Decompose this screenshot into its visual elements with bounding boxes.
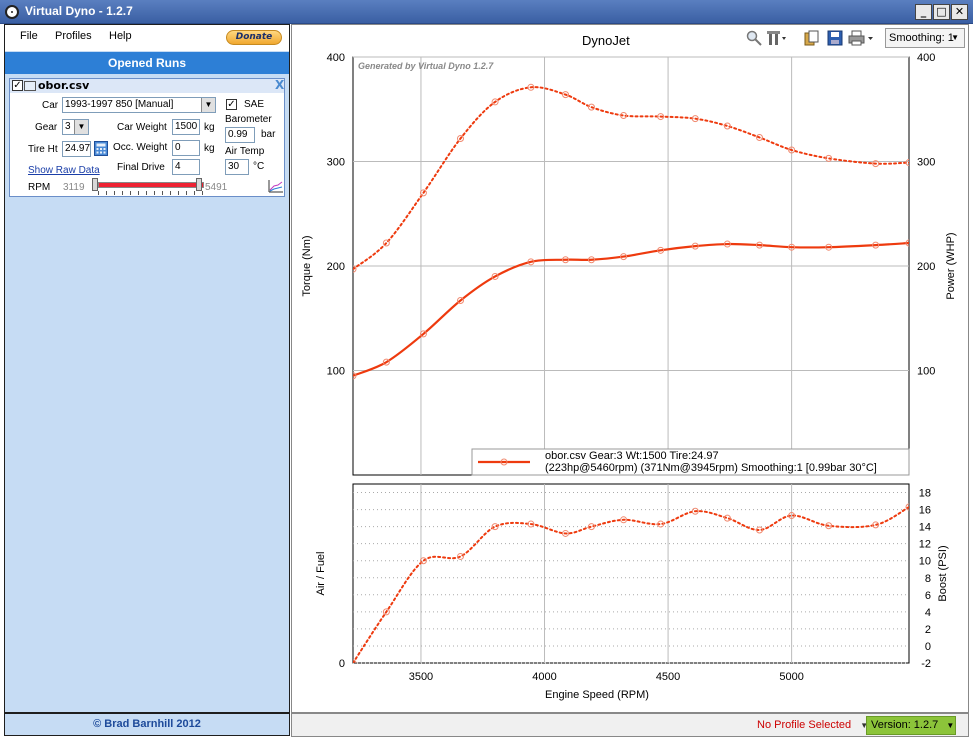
chevron-down-icon: ▼ — [74, 120, 88, 134]
y-tick-label-left: 400 — [327, 52, 345, 64]
car-weight-label: Car Weight — [117, 122, 167, 133]
chart-legend: obor.csv Gear:3 Wt:1500 Tire:24.97(223hp… — [471, 448, 910, 476]
occ-weight-input[interactable]: 0 — [172, 140, 200, 156]
left-panel: File Profiles Help Donate Opened Runs ✓ … — [4, 24, 290, 713]
barometer-label: Barometer — [225, 114, 272, 125]
y-tick-label-left: 200 — [327, 261, 345, 273]
car-weight-input[interactable]: 1500 — [172, 119, 200, 135]
chart-watermark: Generated by Virtual Dyno 1.2.7 — [358, 61, 494, 71]
air-temp-label: Air Temp — [225, 146, 265, 157]
sae-label: SAE — [244, 99, 265, 110]
rpm-max-thumb[interactable] — [196, 178, 202, 191]
menu-file[interactable]: File — [20, 30, 38, 42]
sae-checkbox[interactable]: ✓ — [226, 99, 237, 110]
final-drive-input[interactable]: 4 — [172, 159, 200, 175]
y-tick-label-left: 300 — [327, 157, 345, 169]
legend-text-line2: (223hp@5460rpm) (371Nm@3945rpm) Smoothin… — [545, 462, 877, 474]
car-label: Car — [42, 100, 59, 111]
donate-button[interactable]: Donate — [226, 30, 282, 45]
run-filename: obor.csv — [38, 79, 90, 92]
x-axis-label: Engine Speed (RPM) — [545, 689, 649, 701]
show-raw-data-link[interactable]: Show Raw Data — [28, 165, 100, 176]
run-card: ✓ obor.csv X Car 1993-1997 850 [Manual] … — [9, 78, 285, 197]
chart-icon[interactable] — [268, 179, 284, 193]
run-visible-checkbox[interactable]: ✓ — [12, 80, 23, 91]
y-tick-label-left: 100 — [327, 366, 345, 378]
profile-status[interactable]: No Profile Selected ▼ — [757, 719, 868, 731]
car-weight-unit: kg — [204, 122, 215, 133]
window-title: Virtual Dyno - 1.2.7 — [25, 4, 133, 18]
af-tick-label: 0 — [339, 658, 345, 670]
boost-tick-label: 18 — [919, 488, 931, 500]
final-drive-label: Final Drive — [117, 162, 165, 173]
car-select-value: 1993-1997 850 [Manual] — [65, 99, 174, 110]
slider-ticks — [98, 191, 204, 195]
y-tick-label-right: 400 — [917, 52, 935, 64]
close-window-button[interactable]: ✕ — [951, 4, 968, 20]
tire-height-label: Tire Ht — [28, 144, 58, 155]
version-text: Version: 1.2.7 — [871, 719, 939, 731]
chart-panel: DynoJet Smoothing: 1 ▼ 3500 4000 4500 5000 1… — [291, 24, 969, 713]
minimize-button[interactable]: _ — [915, 4, 932, 20]
y-tick-label-right: 200 — [917, 261, 935, 273]
copyright-footer: © Brad Barnhill 2012 — [4, 713, 290, 736]
file-icon — [24, 81, 36, 91]
boost-tick-label: 16 — [919, 505, 931, 517]
app-logo-icon — [5, 5, 19, 19]
air-temp-input[interactable]: 30 — [225, 159, 249, 175]
power-axis-label: Power (WHP) — [945, 232, 957, 299]
torque-axis-label: Torque (Nm) — [301, 235, 313, 296]
close-run-button[interactable]: X — [275, 78, 284, 92]
boost-tick-label: 2 — [925, 624, 931, 636]
legend-text-line1: obor.csv Gear:3 Wt:1500 Tire:24.97 — [545, 450, 719, 462]
boost-tick-label: 12 — [919, 539, 931, 551]
menu-help[interactable]: Help — [109, 30, 132, 42]
menu-profiles[interactable]: Profiles — [55, 30, 92, 42]
calculator-icon[interactable] — [94, 141, 108, 156]
title-bar: Virtual Dyno - 1.2.7 _ □ ✕ — [0, 0, 973, 24]
boost-tick-label: 4 — [925, 607, 931, 619]
opened-runs-header: Opened Runs — [5, 52, 289, 74]
version-badge[interactable]: Version: 1.2.7 ▼ — [866, 716, 956, 735]
boost-tick-label: 14 — [919, 522, 931, 534]
rpm-label: RPM — [28, 182, 51, 193]
occ-weight-label: Occ. Weight — [113, 142, 168, 153]
rpm-range-slider[interactable] — [98, 182, 204, 188]
run-card-header: ✓ obor.csv X — [10, 78, 284, 93]
profile-status-text: No Profile Selected — [757, 719, 852, 731]
x-tick-label: 4500 — [656, 671, 680, 683]
chevron-down-icon: ▼ — [946, 721, 955, 730]
y-tick-label-right: 100 — [917, 366, 935, 378]
barometer-input[interactable]: 0.99 — [225, 127, 255, 143]
x-tick-label: 4000 — [532, 671, 556, 683]
boost-tick-label: 10 — [919, 556, 931, 568]
car-select[interactable]: 1993-1997 850 [Manual] ▼ — [62, 97, 216, 113]
x-tick-label: 5000 — [779, 671, 803, 683]
dyno-charts: 3500 4000 4500 5000100 100200 200300 300400 400… — [301, 52, 957, 701]
y-tick-label-right: 300 — [917, 157, 935, 169]
boost-tick-label: 6 — [925, 590, 931, 602]
x-tick-label: 3500 — [409, 671, 433, 683]
boost-tick-label: 0 — [925, 641, 931, 653]
chevron-down-icon: ▼ — [201, 98, 215, 112]
af-plot-frame — [352, 483, 910, 664]
status-bar: No Profile Selected ▼ Version: 1.2.7 ▼ — [291, 713, 969, 737]
af-axis-label: Air / Fuel — [315, 551, 327, 595]
occ-weight-unit: kg — [204, 143, 215, 154]
rpm-min: 3119 — [63, 182, 85, 193]
boost-tick-label: 8 — [925, 573, 931, 585]
gear-select-value: 3 — [65, 121, 71, 132]
boost-tick-label: -2 — [921, 658, 931, 670]
maximize-button[interactable]: □ — [933, 4, 950, 20]
menu-bar: File Profiles Help Donate — [5, 25, 289, 51]
air-temp-unit: °C — [253, 161, 265, 172]
gear-select[interactable]: 3 ▼ — [62, 119, 89, 135]
rpm-max: 5491 — [205, 182, 228, 193]
boost-axis-label: Boost (PSI) — [937, 545, 949, 601]
tire-height-input[interactable]: 24.97 — [62, 141, 91, 157]
rpm-min-thumb[interactable] — [92, 178, 98, 191]
barometer-unit: bar — [261, 129, 276, 140]
gear-label: Gear — [35, 122, 58, 133]
